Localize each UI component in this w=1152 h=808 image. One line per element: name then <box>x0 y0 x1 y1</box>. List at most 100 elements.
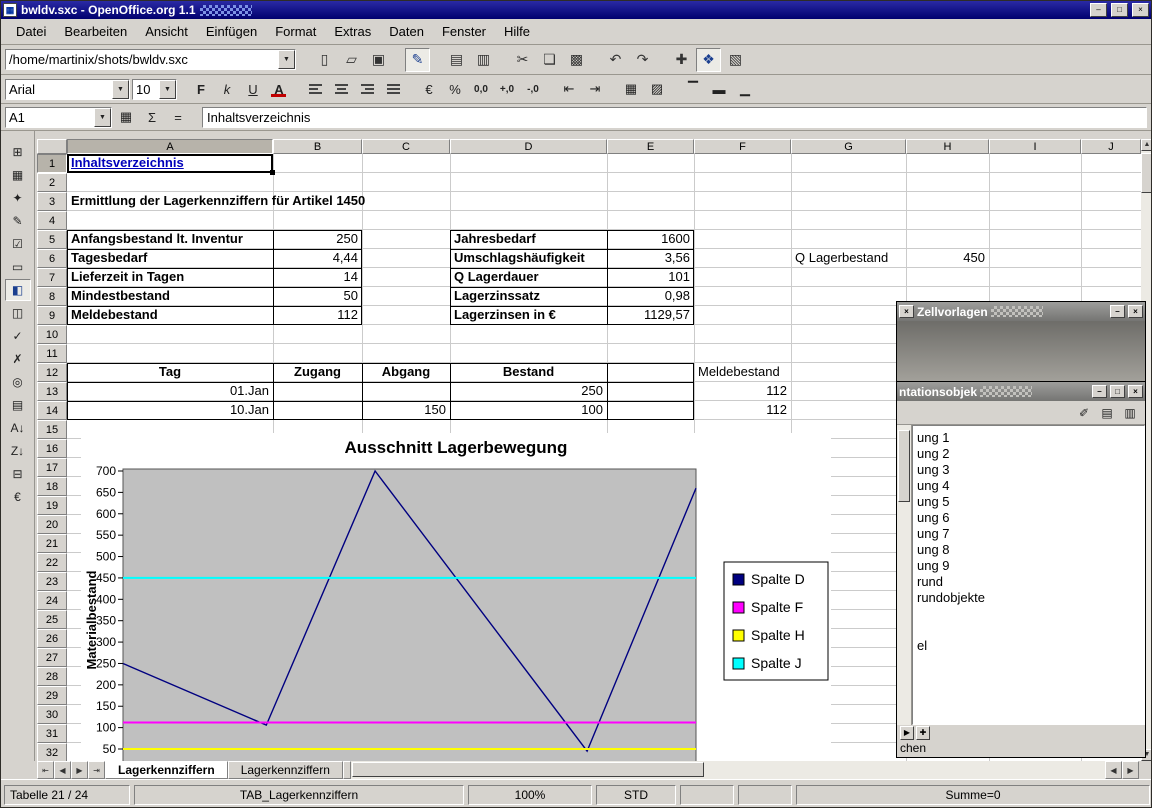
autospellcheck-icon[interactable]: ✗ <box>5 348 31 370</box>
cut-icon[interactable]: ✂ <box>510 48 535 72</box>
align-top-button[interactable]: ▔ <box>681 78 705 100</box>
align-bottom-button[interactable]: ▁ <box>733 78 757 100</box>
maximize-button[interactable]: □ <box>1111 3 1128 17</box>
embedded-chart[interactable]: 7006506005505004504003503002502001501005… <box>81 433 831 761</box>
menu-item-ansicht[interactable]: Ansicht <box>136 21 197 42</box>
menu-item-daten[interactable]: Daten <box>380 21 433 42</box>
align-right-button[interactable] <box>355 78 379 100</box>
presentation-styles-window[interactable]: ntationsobjek – □ × ✐ ▤ ▥ ung 1ung 2ung … <box>896 381 1146 758</box>
vertical-scrollbar-thumb[interactable] <box>1141 153 1152 193</box>
print-file-icon[interactable]: ▥ <box>471 48 496 72</box>
insert-chart-icon[interactable]: ◫ <box>5 302 31 324</box>
horizontal-scrollbar-thumb[interactable] <box>352 762 704 777</box>
column-header-F[interactable]: F <box>694 139 791 154</box>
cell-reference-dropdown[interactable]: ▼ <box>94 108 111 127</box>
insert-object-icon[interactable]: ✦ <box>5 187 31 209</box>
row-header-27[interactable]: 27 <box>37 648 67 667</box>
presentation-styles-titlebar[interactable]: ntationsobjek – □ × <box>897 382 1145 401</box>
navigator-icon[interactable]: ✚ <box>669 48 694 72</box>
menu-item-format[interactable]: Format <box>266 21 325 42</box>
row-header-11[interactable]: 11 <box>37 344 67 363</box>
column-header-D[interactable]: D <box>450 139 607 154</box>
style-list-item[interactable]: ung 8 <box>917 542 1144 558</box>
style-list-item[interactable]: ung 3 <box>917 462 1144 478</box>
align-vcenter-button[interactable]: ▬ <box>707 78 731 100</box>
paste-icon[interactable]: ▩ <box>564 48 589 72</box>
row-header-32[interactable]: 32 <box>37 743 67 761</box>
scroll-up-icon[interactable]: ▲ <box>1141 139 1152 151</box>
edit-file-icon[interactable]: ✎ <box>405 48 430 72</box>
style-list-item[interactable]: ung 6 <box>917 510 1144 526</box>
next-sheet-button[interactable]: ▶ <box>71 761 88 779</box>
draw-functions-icon[interactable]: ✎ <box>5 210 31 232</box>
add-decimal-button[interactable]: +,0 <box>495 78 519 100</box>
sheet-tab-active[interactable]: Lagerkennziffern <box>105 761 228 779</box>
row-header-24[interactable]: 24 <box>37 591 67 610</box>
row-header-8[interactable]: 8 <box>37 287 67 306</box>
style-list-item[interactable]: ung 5 <box>917 494 1144 510</box>
align-center-button[interactable] <box>329 78 353 100</box>
align-justify-button[interactable] <box>381 78 405 100</box>
save-document-icon[interactable]: ▣ <box>366 48 391 72</box>
font-size-input[interactable] <box>133 81 159 98</box>
underline-button[interactable]: U <box>241 78 265 100</box>
cell-A3[interactable]: Ermittlung der Lagerkennziffern für Arti… <box>67 192 273 211</box>
row-header-20[interactable]: 20 <box>37 515 67 534</box>
row-header-6[interactable]: 6 <box>37 249 67 268</box>
row-header-14[interactable]: 14 <box>37 401 67 420</box>
status-selection-mode[interactable]: STD <box>596 785 676 805</box>
previous-sheet-button[interactable]: ◀ <box>54 761 71 779</box>
style-list-item[interactable]: rundobjekte <box>917 590 1144 606</box>
number-format-standard-button[interactable]: 0,0 <box>469 78 493 100</box>
minimize-button[interactable]: – <box>1090 3 1107 17</box>
styles-scrollbar-thumb[interactable] <box>898 430 910 502</box>
find-replace-icon[interactable]: ◎ <box>5 371 31 393</box>
spellcheck-icon[interactable]: ✓ <box>5 325 31 347</box>
row-header-26[interactable]: 26 <box>37 629 67 648</box>
resize-icon[interactable]: ▶ <box>900 726 914 740</box>
row-header-25[interactable]: 25 <box>37 610 67 629</box>
document-url-input[interactable] <box>6 51 278 68</box>
style-list-item[interactable]: ung 1 <box>917 430 1144 446</box>
row-header-21[interactable]: 21 <box>37 534 67 553</box>
new-style-icon[interactable]: ▤ <box>1097 403 1117 422</box>
cell-H6[interactable]: 450 <box>906 249 989 268</box>
gallery-icon[interactable]: ▧ <box>723 48 748 72</box>
row-header-15[interactable]: 15 <box>37 420 67 439</box>
styles-scrollbar[interactable] <box>897 425 912 725</box>
delete-decimal-button[interactable]: -,0 <box>521 78 545 100</box>
row-header-7[interactable]: 7 <box>37 268 67 287</box>
row-header-23[interactable]: 23 <box>37 572 67 591</box>
row-header-5[interactable]: 5 <box>37 230 67 249</box>
menu-item-extras[interactable]: Extras <box>325 21 380 42</box>
sort-descending-icon[interactable]: Z↓ <box>5 440 31 462</box>
cell-styles-window[interactable]: × Zellvorlagen – × <box>896 301 1146 383</box>
style-list-item[interactable]: ung 2 <box>917 446 1144 462</box>
font-size-dropdown[interactable]: ▼ <box>159 80 176 99</box>
row-header-16[interactable]: 16 <box>37 439 67 458</box>
font-name-input[interactable] <box>6 81 112 98</box>
bold-button[interactable]: F <box>189 78 213 100</box>
column-header-J[interactable]: J <box>1081 139 1141 154</box>
row-header-9[interactable]: 9 <box>37 306 67 325</box>
style-list-item[interactable]: ung 4 <box>917 478 1144 494</box>
decrease-indent-button[interactable]: ⇤ <box>557 78 581 100</box>
close-icon[interactable]: × <box>1128 305 1143 318</box>
row-header-10[interactable]: 10 <box>37 325 67 344</box>
function-wizard-button[interactable]: ▦ <box>114 106 138 128</box>
sort-ascending-icon[interactable]: A↓ <box>5 417 31 439</box>
data-sources-icon[interactable]: ▤ <box>5 394 31 416</box>
increase-indent-button[interactable]: ⇥ <box>583 78 607 100</box>
status-sum[interactable]: Summe=0 <box>796 785 1150 805</box>
sheet-tab[interactable]: Lagerkennziffern <box>228 761 343 779</box>
column-header-C[interactable]: C <box>362 139 450 154</box>
row-header-29[interactable]: 29 <box>37 686 67 705</box>
row-header-31[interactable]: 31 <box>37 724 67 743</box>
status-zoom[interactable]: 100% <box>468 785 592 805</box>
horizontal-scrollbar[interactable] <box>351 761 1105 779</box>
column-header-B[interactable]: B <box>273 139 362 154</box>
scroll-left-icon[interactable]: ◀ <box>1105 761 1122 779</box>
style-list-item[interactable]: ung 7 <box>917 526 1144 542</box>
tab-splitter[interactable] <box>343 761 351 779</box>
row-header-22[interactable]: 22 <box>37 553 67 572</box>
